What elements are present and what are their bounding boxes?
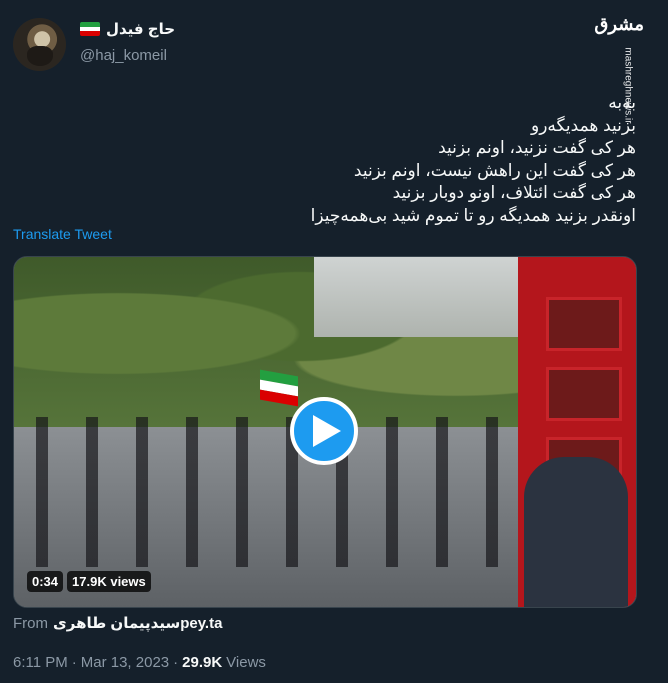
from-domain: pey.ta (180, 615, 223, 632)
video-scene-flag (260, 369, 298, 407)
mashregh-logo: مشرق (594, 14, 644, 35)
tweet-line: بزنید همدیگه‌رو (531, 115, 636, 135)
from-label: From (13, 615, 48, 632)
tweet-meta: 6:11 PM · Mar 13, 2023 · 29.9K Views (13, 654, 266, 671)
iran-flag-icon (80, 22, 100, 36)
tweet-date[interactable]: Mar 13, 2023 (81, 654, 169, 671)
author-name-row: حاج فیدل (80, 20, 175, 38)
video-overlay: 0:34 17.9K views (27, 571, 151, 592)
from-name: سیدپیمان طاهری (53, 615, 181, 632)
meta-separator: · (71, 654, 77, 671)
tweet-line: هر کی گفت نزنید، اونم بزنید (438, 138, 636, 158)
tweet-line: به‌به (608, 93, 636, 112)
video-scene-sky (314, 257, 536, 337)
video-source: From سیدپیمان طاهریpey.ta (13, 614, 222, 632)
author-display-name[interactable]: حاج فیدل (106, 20, 175, 38)
video-player[interactable]: 0:34 17.9K views (13, 256, 637, 608)
from-link[interactable]: سیدپیمان طاهریpey.ta (53, 614, 222, 632)
meta-separator: · (173, 654, 179, 671)
tweet-time[interactable]: 6:11 PM (13, 654, 68, 671)
view-count: 29.9K (182, 654, 223, 671)
tweet-line: اونقدر بزنید همدیگه رو تا تموم شید بی‌هم… (310, 205, 636, 225)
video-scene-crowd (14, 417, 534, 567)
video-duration: 0:34 (27, 571, 64, 592)
tweet-line: هر کی گفت ائتلاف، اونو دوبار بزنید (392, 183, 636, 203)
video-scene-person (524, 457, 628, 607)
tweet-line: هر کی گفت این راهش نیست، اونم بزنید (353, 160, 636, 180)
avatar[interactable] (13, 18, 66, 71)
views-label: Views (226, 654, 266, 671)
play-icon[interactable] (290, 397, 358, 465)
video-views: 17.9K views (67, 571, 151, 592)
avatar-beard (27, 46, 53, 66)
translate-tweet-link[interactable]: Translate Tweet (13, 226, 112, 242)
tweet-text: به‌به بزنید همدیگه‌رو هر کی گفت نزنید، ا… (76, 92, 636, 228)
author-handle[interactable]: @haj_komeil (80, 47, 167, 64)
